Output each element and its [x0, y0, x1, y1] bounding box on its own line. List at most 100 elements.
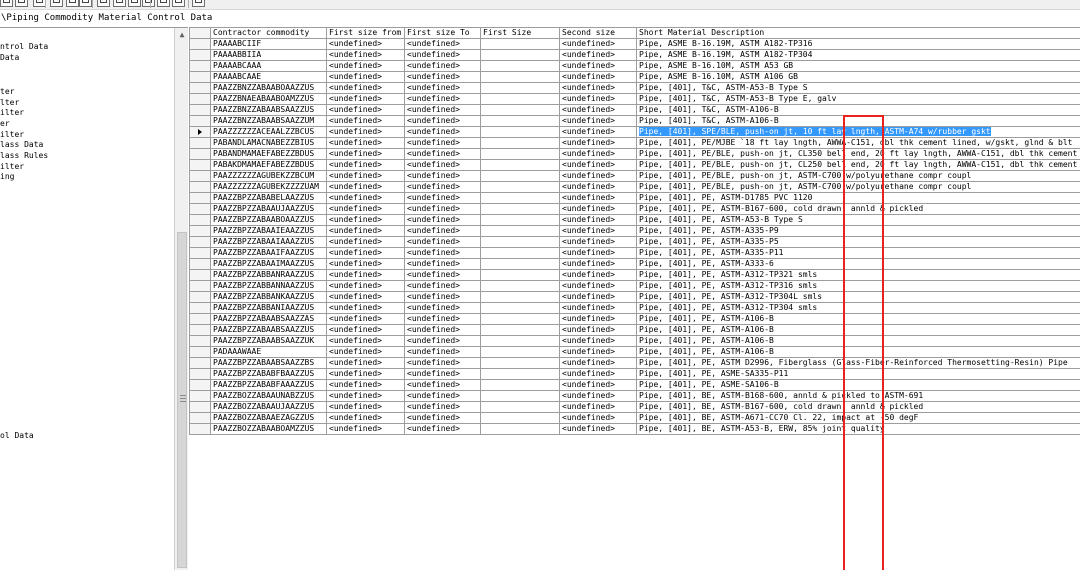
commodity-cell[interactable]: PAAAABCAAE — [210, 71, 327, 83]
description-cell[interactable]: Pipe, [401], PE, ASTM-A312-TP316 smls — [636, 280, 1080, 292]
description-cell[interactable]: Pipe, [401], PE, ASTM-A312-TP304L smls — [636, 291, 1080, 303]
first-size-cell[interactable] — [480, 412, 560, 424]
second-size-cell[interactable]: <undefined> — [559, 225, 637, 237]
first-size-to-cell[interactable]: <undefined> — [404, 137, 481, 149]
description-cell[interactable]: Pipe, [401], PE, ASTM-A312-TP321 smls — [636, 269, 1080, 281]
first-size-from-cell[interactable]: <undefined> — [326, 236, 405, 248]
table-row[interactable]: PABAKDMAMAEFABEZZBDUS <undefined> <undefin… — [189, 159, 1080, 171]
first-size-cell[interactable] — [480, 269, 560, 281]
table-row[interactable]: PAAZZBOZZABAAEZAGZZUS <undefined> <undefin… — [189, 412, 1080, 424]
row-header[interactable] — [189, 137, 211, 149]
tree-item[interactable]: ter — [0, 87, 14, 97]
table-row[interactable]: PAAZZBOZZABAAUJAAZZUS <undefined> <undefin… — [189, 401, 1080, 413]
table-row[interactable]: PAAZZBPZZABAAIAAAZZUS <undefined> <undefin… — [189, 236, 1080, 248]
first-size-to-cell[interactable]: <undefined> — [404, 269, 481, 281]
second-size-cell[interactable]: <undefined> — [559, 181, 637, 193]
second-size-cell[interactable]: <undefined> — [559, 412, 637, 424]
commodity-cell[interactable]: PAAZZBPZZABBANNAAZZUS — [210, 280, 327, 292]
description-cell[interactable]: Pipe, [401], PE, ASTM-A106-B — [636, 346, 1080, 358]
description-cell[interactable]: Pipe, [401], PE/BLE, push-on jt, ASTM-C7… — [636, 181, 1080, 193]
first-size-to-cell[interactable]: <undefined> — [404, 302, 481, 314]
first-size-cell[interactable] — [480, 93, 560, 105]
first-size-to-cell[interactable]: <undefined> — [404, 379, 481, 391]
description-cell[interactable]: Pipe, [401], BE, ASTM-A53-B, ERW, 85% jo… — [636, 423, 1080, 435]
first-size-from-cell[interactable]: <undefined> — [326, 49, 405, 61]
first-size-cell[interactable] — [480, 38, 560, 50]
description-cell[interactable]: Pipe, ASME B-16.19M, ASTM A182-TP304 — [636, 49, 1080, 61]
commodity-cell[interactable]: PAAZZBPZZABAABOAAZZUS — [210, 214, 327, 226]
row-header[interactable] — [189, 291, 211, 303]
row-header[interactable] — [189, 390, 211, 402]
row-header[interactable] — [189, 159, 211, 171]
description-cell[interactable]: Pipe, [401], PE, ASME-SA335-P11 — [636, 368, 1080, 380]
description-cell[interactable]: Pipe, [401], T&C, ASTM-A53-B Type E, gal… — [636, 93, 1080, 105]
first-size-cell[interactable] — [480, 214, 560, 226]
first-size-cell[interactable] — [480, 291, 560, 303]
second-size-cell[interactable]: <undefined> — [559, 379, 637, 391]
first-size-to-cell[interactable]: <undefined> — [404, 313, 481, 325]
first-size-from-cell[interactable]: <undefined> — [326, 126, 405, 138]
table-row[interactable]: PAAAABCAAA <undefined> <undefined> <undefin… — [189, 60, 1080, 72]
commodity-cell[interactable]: PAAAABCIIF — [210, 38, 327, 50]
save-button[interactable] — [0, 0, 13, 7]
table-row[interactable]: PAAZZZZZZACEAALZZBCUS <undefined> <undefin… — [189, 126, 1080, 138]
first-size-from-cell[interactable]: <undefined> — [326, 137, 405, 149]
second-size-cell[interactable]: <undefined> — [559, 192, 637, 204]
first-size-cell[interactable] — [480, 115, 560, 127]
first-size-from-cell[interactable]: <undefined> — [326, 115, 405, 127]
first-size-to-cell[interactable]: <undefined> — [404, 126, 481, 138]
tree-item[interactable]: Data — [0, 53, 19, 63]
commodity-cell[interactable]: PAAAABBIIA — [210, 49, 327, 61]
description-cell[interactable]: Pipe, [401], PE/BLE, push-on jt, CL350 b… — [636, 148, 1080, 160]
undo-button[interactable] — [113, 0, 126, 7]
first-size-cell[interactable] — [480, 49, 560, 61]
row-header[interactable] — [189, 71, 211, 83]
first-size-to-cell[interactable]: <undefined> — [404, 181, 481, 193]
first-size-from-cell[interactable]: <undefined> — [326, 368, 405, 380]
table-row[interactable]: PAAZZBPZZABABELAAZZUS <undefined> <undefin… — [189, 192, 1080, 204]
redo-button[interactable] — [128, 0, 141, 7]
commodity-cell[interactable]: PAAZZBPZZABBANIAAZZUS — [210, 302, 327, 314]
table-row[interactable]: PAAZZBPZZABAABSAAZZBS <undefined> <undefin… — [189, 357, 1080, 369]
first-size-cell[interactable] — [480, 357, 560, 369]
row-header[interactable] — [189, 335, 211, 347]
row-header[interactable] — [189, 357, 211, 369]
first-size-cell[interactable] — [480, 379, 560, 391]
tree-item[interactable]: lass Rules — [0, 151, 48, 161]
first-size-cell[interactable] — [480, 324, 560, 336]
first-size-cell[interactable] — [480, 258, 560, 270]
print-button[interactable] — [15, 0, 28, 7]
first-size-to-cell[interactable]: <undefined> — [404, 71, 481, 83]
second-size-cell[interactable]: <undefined> — [559, 258, 637, 270]
description-cell[interactable]: Pipe, [401], T&C, ASTM-A53-B Type S — [636, 82, 1080, 94]
commodity-cell[interactable]: PAAZZBPZZABABELAAZZUS — [210, 192, 327, 204]
row-header[interactable] — [189, 280, 211, 292]
first-size-cell[interactable] — [480, 302, 560, 314]
first-size-to-cell[interactable]: <undefined> — [404, 357, 481, 369]
first-size-cell[interactable] — [480, 104, 560, 116]
column-header-first-size-to[interactable]: First size To — [404, 27, 481, 39]
first-size-to-cell[interactable]: <undefined> — [404, 280, 481, 292]
table-row[interactable]: PAAZZBPZZABAABSAAZZUS <undefined> <undefin… — [189, 324, 1080, 336]
first-size-cell[interactable] — [480, 401, 560, 413]
first-size-from-cell[interactable]: <undefined> — [326, 93, 405, 105]
first-size-to-cell[interactable]: <undefined> — [404, 335, 481, 347]
grid-view-button[interactable] — [79, 0, 92, 7]
second-size-cell[interactable]: <undefined> — [559, 291, 637, 303]
description-cell[interactable]: Pipe, [401], PE, ASTM-B167-600, cold dra… — [636, 203, 1080, 215]
row-header[interactable] — [189, 38, 211, 50]
table-row[interactable]: PADAAAWAAE <undefined> <undefined> <undefin… — [189, 346, 1080, 358]
folder-button[interactable] — [142, 0, 155, 7]
commodity-cell[interactable]: PAAZZBOZZABAAUNABZZUS — [210, 390, 327, 402]
commodity-cell[interactable]: PAAZZBPZZABAABSAAZZBS — [210, 357, 327, 369]
description-cell[interactable]: Pipe, ASME B-16.10M, ASTM A106 GB — [636, 71, 1080, 83]
first-size-from-cell[interactable]: <undefined> — [326, 423, 405, 435]
row-header-corner[interactable] — [189, 27, 211, 39]
commodity-cell[interactable]: PAAZZBPZZABAAIEAAZZUS — [210, 225, 327, 237]
commodity-cell[interactable]: PAAZZBNZZABAABSAAZZUS — [210, 104, 327, 116]
tree-item[interactable]: ol Data — [0, 431, 34, 441]
second-size-cell[interactable]: <undefined> — [559, 247, 637, 259]
commodity-cell[interactable]: PABAKDMAMAEFABEZZBDUS — [210, 159, 327, 171]
row-header[interactable] — [189, 324, 211, 336]
commodity-cell[interactable]: PADAAAWAAE — [210, 346, 327, 358]
